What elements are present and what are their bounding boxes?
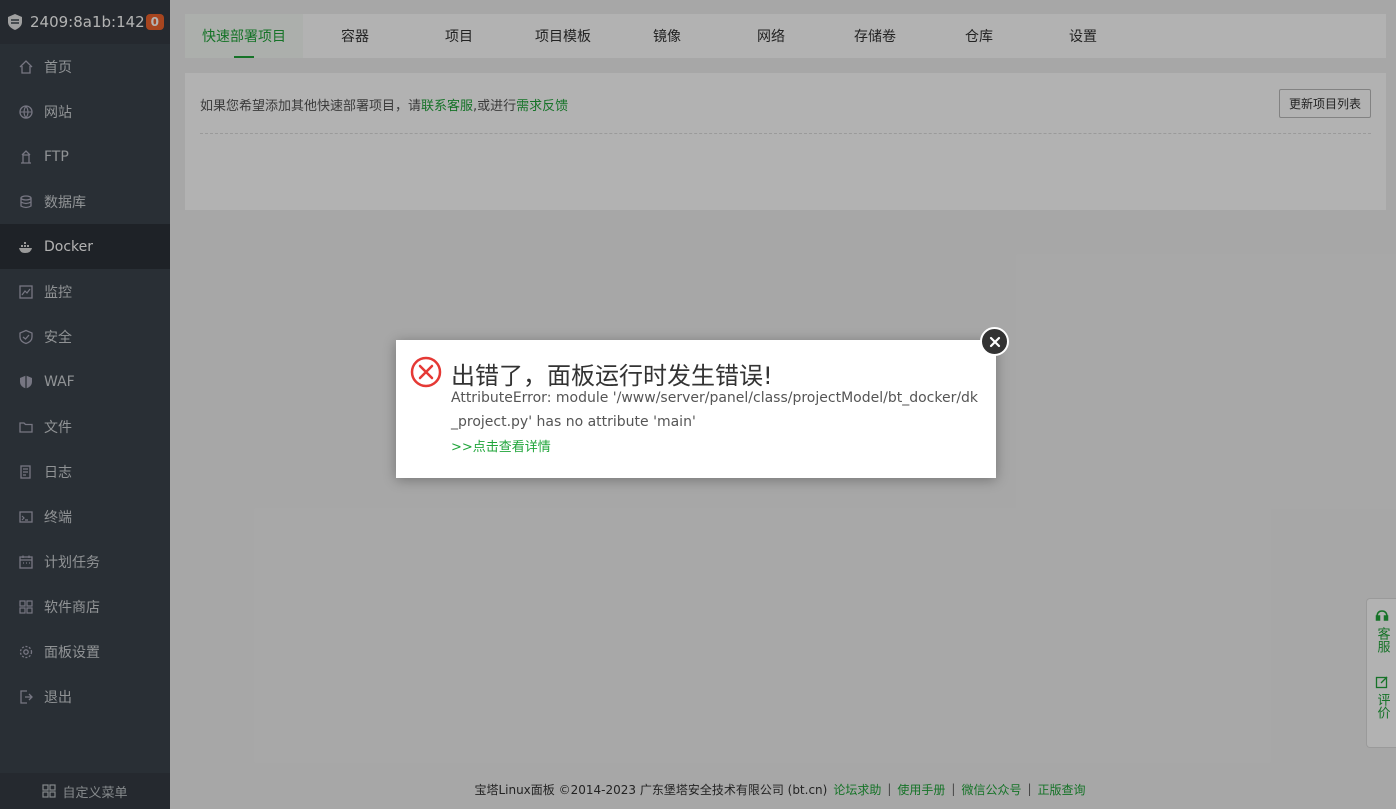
error-message: AttributeError: module '/www/server/pane… xyxy=(451,390,979,430)
close-dialog-button[interactable] xyxy=(980,327,1009,356)
error-dialog: 出错了，面板运行时发生错误! AttributeError: module '/… xyxy=(396,340,996,478)
close-icon xyxy=(989,336,1000,347)
error-icon xyxy=(410,356,442,388)
view-details-link[interactable]: >>点击查看详情 xyxy=(451,436,551,455)
